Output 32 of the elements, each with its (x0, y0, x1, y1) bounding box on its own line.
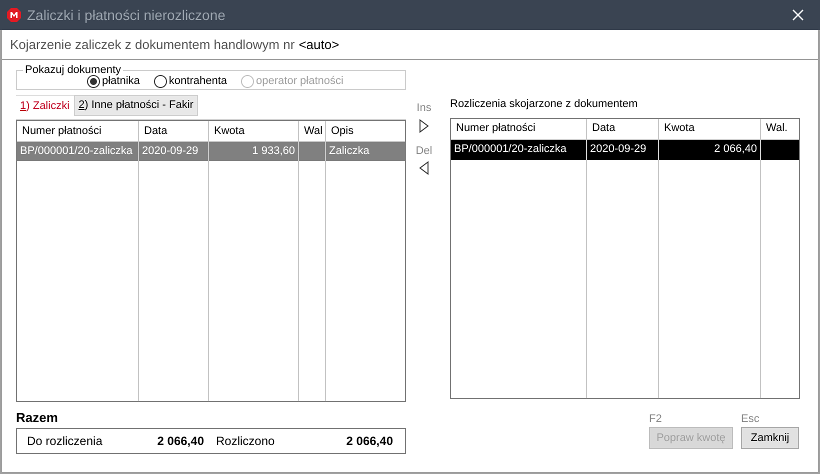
close-button[interactable]: Zamknij (741, 427, 799, 449)
radio-button[interactable] (154, 74, 167, 88)
summary-value: 2 066,40 (157, 433, 204, 450)
close-icon[interactable] (792, 9, 804, 21)
table-cell[interactable]: 1 933,60 (209, 142, 298, 162)
table-cell[interactable] (761, 140, 799, 160)
summary-label: Do rozliczenia (27, 433, 104, 450)
table-cell[interactable]: 2 066,40 (659, 140, 760, 160)
shortcut-label: F2 (649, 412, 663, 426)
left-arrow-icon[interactable] (418, 161, 429, 175)
shortcut-label: Del (416, 144, 432, 158)
document-number: <auto> (298, 36, 340, 54)
radio-label[interactable]: kontrahenta (168, 73, 228, 90)
table-title: Rozliczenia skojarzone z dokumentem (450, 97, 639, 112)
shortcut-label: Esc (741, 412, 760, 426)
tab[interactable]: 2) Inne płatności - Fakir (74, 95, 198, 116)
table-cell[interactable]: BP/000001/20-zaliczka (17, 142, 138, 162)
table-cell[interactable]: 2020-09-29 (587, 140, 658, 160)
table-cell[interactable]: BP/000001/20-zaliczka (451, 140, 586, 160)
radio-button[interactable] (87, 74, 100, 88)
shortcut-label: Ins (416, 101, 432, 116)
summary-label: Rozliczono (216, 433, 276, 450)
window-title: Zaliczki i płatności nierozliczone (27, 6, 226, 25)
table-cell[interactable]: 2020-09-29 (139, 142, 208, 162)
group-legend: Pokazuj dokumenty (23, 64, 123, 76)
table-cell[interactable]: Zaliczka (326, 142, 405, 162)
right-arrow-icon[interactable] (419, 118, 429, 132)
summary-value: 2 066,40 (346, 433, 393, 450)
table-cell[interactable] (299, 142, 325, 162)
header-text: Kojarzenie zaliczek z dokumentem handlowym nr (10, 36, 295, 54)
app-logo-icon (6, 7, 22, 23)
summary-title: Razem (16, 408, 59, 426)
